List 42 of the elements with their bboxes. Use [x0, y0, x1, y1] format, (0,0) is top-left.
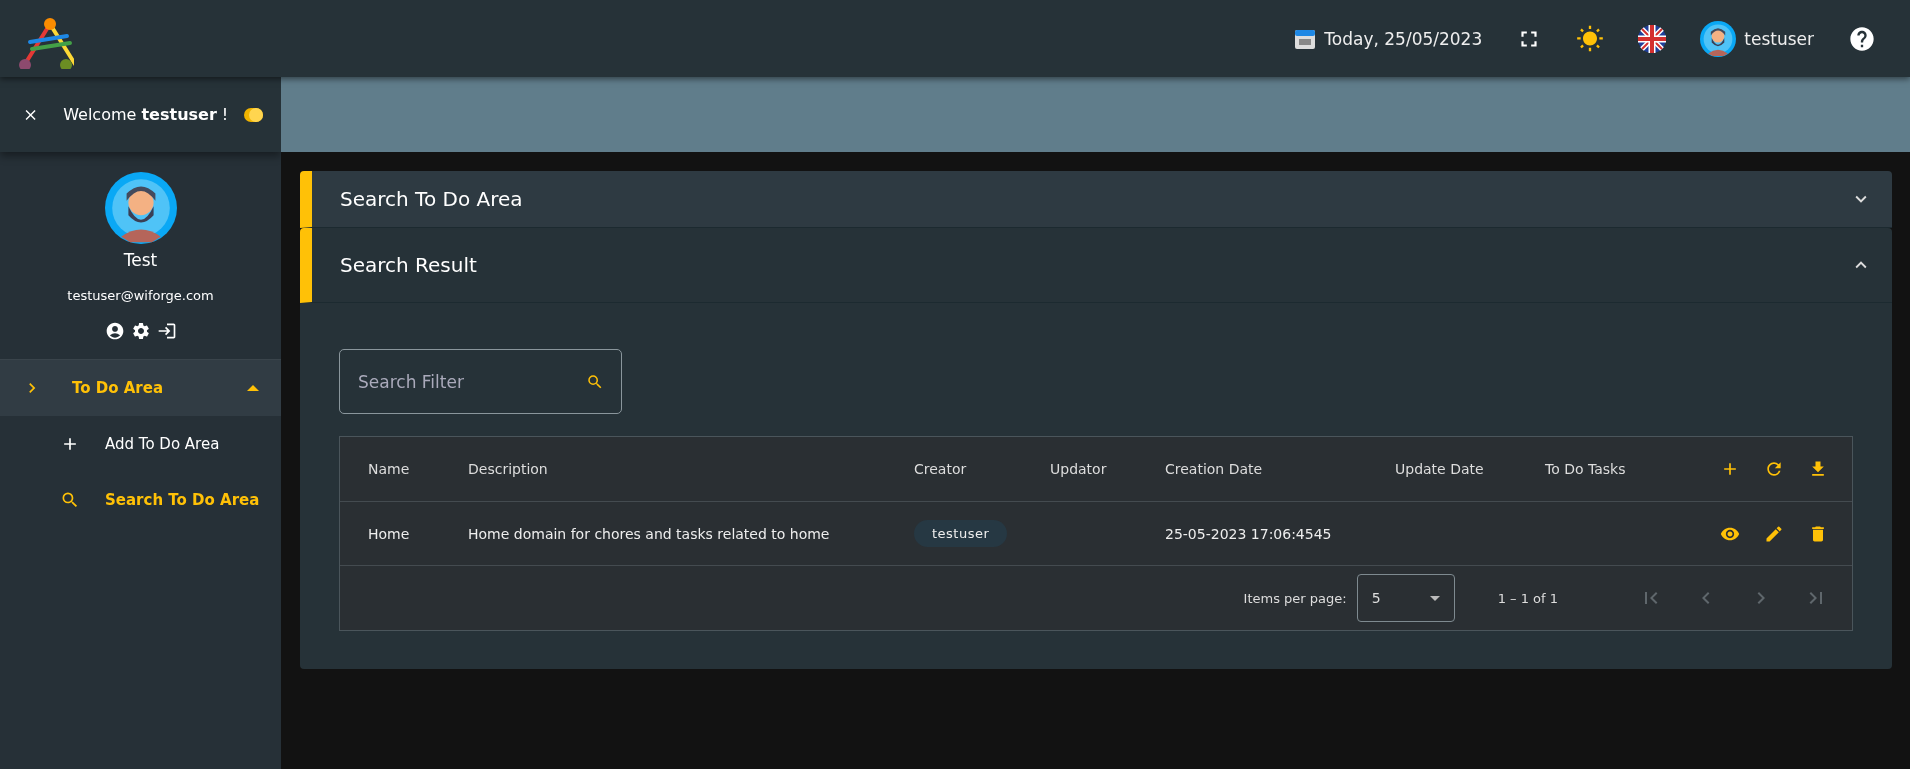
- column-header[interactable]: Creation Date: [1165, 437, 1395, 501]
- panel-header[interactable]: Search Result: [300, 228, 1892, 303]
- column-header[interactable]: Name: [368, 437, 468, 501]
- table-cell-text: Home domain for chores and tasks related to home: [468, 524, 831, 544]
- nav-label: Add To Do Area: [105, 435, 220, 453]
- page-size-select[interactable]: 5: [1356, 574, 1455, 622]
- column-header[interactable]: Creator: [914, 437, 1050, 501]
- profile-email: testuser@wiforge.com: [67, 288, 214, 303]
- nav-label: To Do Area: [72, 379, 165, 397]
- column-header[interactable]: Description: [468, 437, 914, 501]
- help-icon[interactable]: [1848, 24, 1876, 53]
- caret-icon: [1429, 595, 1440, 601]
- column-header[interactable]: Update Date: [1395, 437, 1545, 501]
- items-per-page-label: Items per page:: [1243, 590, 1347, 606]
- search-field[interactable]: Search Filter: [339, 349, 622, 414]
- page-range: 1 – 1 of 1: [1497, 590, 1558, 606]
- nav-item[interactable]: To Do Area: [0, 360, 281, 416]
- refresh-icon[interactable]: [1764, 459, 1784, 479]
- sun-icon[interactable]: [1576, 24, 1605, 53]
- settings-icon[interactable]: [130, 321, 151, 341]
- search-icon: [586, 373, 604, 391]
- creator-chip: testuser: [914, 520, 1008, 547]
- welcome-text: Welcome testuser !: [63, 105, 229, 124]
- toggle-switch[interactable]: [244, 107, 263, 122]
- account-icon[interactable]: [104, 321, 125, 341]
- panel-header[interactable]: Search To Do Area: [300, 171, 1892, 228]
- flag-icon[interactable]: [1638, 24, 1667, 53]
- table-cell-text: 25-05-2023 17:06:4545: [1165, 524, 1333, 544]
- search-icon: [60, 490, 80, 510]
- table-cell-text: Home: [368, 524, 411, 544]
- column-header[interactable]: Updator: [1050, 437, 1165, 501]
- column-header[interactable]: To Do Tasks: [1545, 437, 1710, 501]
- nav-item[interactable]: Search To Do Area: [0, 472, 281, 528]
- today-date: Today, 25/05/2023: [1324, 28, 1483, 49]
- user-avatar: [1700, 20, 1737, 57]
- logout-icon[interactable]: [156, 321, 177, 341]
- nav-label: Search To Do Area: [105, 491, 260, 509]
- username[interactable]: testuser: [1744, 28, 1814, 49]
- edit-icon[interactable]: [1764, 523, 1784, 544]
- profile-name: Test: [123, 250, 158, 270]
- calendar-icon: [1294, 27, 1317, 50]
- nav-item[interactable]: Add To Do Area: [0, 416, 281, 472]
